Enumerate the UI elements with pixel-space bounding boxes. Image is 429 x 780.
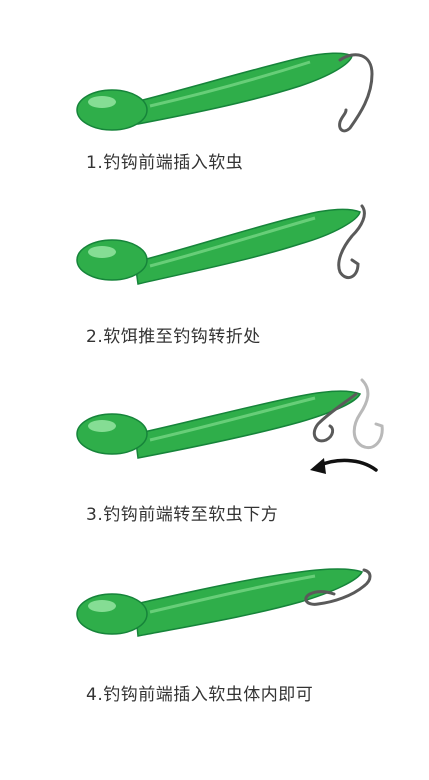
step-1-illustration <box>76 52 374 133</box>
step-3-caption: 3.钓钩前端转至软虫下方 <box>86 505 279 525</box>
rigging-instructions: 1.钓钩前端插入软虫 2.软饵推至钓钩转折处 3.钓钩前端转至软虫下方 4.钓钩… <box>0 0 429 780</box>
step-4-caption: 4.钓钩前端插入软虫体内即可 <box>86 685 314 705</box>
fish-hook-ghost <box>352 378 384 449</box>
soft-lure <box>76 52 353 131</box>
step-2-illustration <box>76 204 366 285</box>
rotate-arrow <box>310 458 378 474</box>
step-3: 3.钓钩前端转至软虫下方 <box>0 372 429 532</box>
fish-hook <box>338 53 374 133</box>
soft-lure <box>76 208 361 285</box>
step-4: 4.钓钩前端插入软虫体内即可 <box>0 556 429 716</box>
step-2: 2.软饵推至钓钩转折处 <box>0 200 429 350</box>
step-4-illustration <box>76 568 372 637</box>
step-1: 1.钓钩前端插入软虫 <box>0 40 429 180</box>
step-1-caption: 1.钓钩前端插入软虫 <box>86 153 244 173</box>
step-3-illustration <box>76 378 384 474</box>
step-2-caption: 2.软饵推至钓钩转折处 <box>86 327 261 347</box>
